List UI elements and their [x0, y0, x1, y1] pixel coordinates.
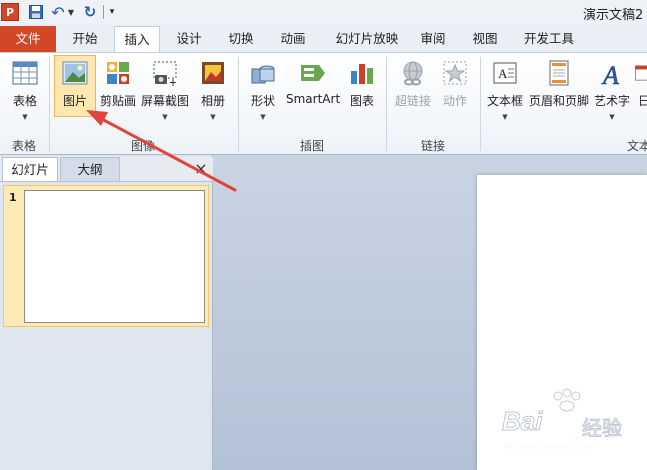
- title-bar: P ↶ ▼ ↻ ▾ 演示文稿2 -: [0, 0, 647, 25]
- clipart-button-label: 剪贴画: [99, 94, 136, 108]
- textbox-button[interactable]: A 文本框 ▼: [484, 59, 526, 121]
- group-label-images: 图像: [130, 139, 155, 153]
- textbox-icon: A: [493, 62, 517, 84]
- hyperlink-globe-icon: [403, 61, 423, 86]
- table-icon: [12, 61, 38, 85]
- chevron-down-icon: ▼: [260, 113, 266, 121]
- screenshot-button-label: 屏幕截图: [140, 94, 189, 108]
- table-button-label: 表格: [12, 94, 37, 108]
- redo-icon[interactable]: ↻: [82, 3, 98, 21]
- smartart-button-label: SmartArt: [286, 92, 341, 106]
- shapes-button[interactable]: 形状 ▼: [242, 59, 284, 121]
- shapes-icon: [251, 65, 275, 84]
- toolbar-divider: [103, 5, 104, 19]
- picture-icon: [62, 61, 88, 85]
- tab-review[interactable]: 审阅: [412, 26, 454, 52]
- textbox-button-label: 文本框: [486, 94, 523, 108]
- smartart-button[interactable]: SmartArt: [286, 59, 340, 106]
- slide-number: 1: [9, 191, 17, 204]
- close-icon[interactable]: ×: [194, 159, 208, 179]
- date-time-button-label: 日: [637, 94, 647, 108]
- header-footer-button-label: 页眉和页脚: [528, 94, 589, 108]
- baidu-watermark: Bai 经验 jingyan.baidu.com: [500, 388, 640, 458]
- ribbon-insert: 表格 ▼ 表格 图片 剪贴画 屏幕截图 ▼ 相册 ▼ 图像 形状 ▼ Smart…: [0, 52, 647, 155]
- undo-icon[interactable]: ↶: [50, 3, 66, 22]
- ribbon-tab-bar: 文件 开始 插入 设计 切换 动画 幻灯片放映 审阅 视图 开发工具: [0, 24, 647, 53]
- calendar-icon: [635, 65, 647, 81]
- save-icon[interactable]: [28, 3, 44, 21]
- tab-animations[interactable]: 动画: [270, 26, 316, 52]
- clipart-button[interactable]: 剪贴画: [97, 59, 139, 109]
- tab-outline[interactable]: 大纲: [60, 157, 120, 181]
- tab-slides[interactable]: 幻灯片: [2, 157, 58, 181]
- screenshot-icon: [153, 61, 177, 86]
- chart-icon: [351, 64, 373, 84]
- clipart-icon: [107, 62, 129, 84]
- chevron-down-icon: ▼: [162, 113, 168, 121]
- panel-tab-bar: 幻灯片 大纲 ×: [0, 157, 213, 182]
- chevron-down-icon: ▼: [210, 113, 216, 121]
- action-star-icon: [443, 61, 467, 85]
- svg-text:A: A: [601, 61, 619, 87]
- tab-view[interactable]: 视图: [464, 26, 506, 52]
- header-footer-button[interactable]: 页眉和页脚: [528, 59, 590, 109]
- powerpoint-logo-icon[interactable]: P: [1, 3, 19, 21]
- group-divider: [480, 57, 481, 151]
- group-label-illustrations: 插图: [299, 139, 324, 153]
- tab-home[interactable]: 开始: [60, 26, 110, 52]
- customize-toolbar-icon[interactable]: ▾: [107, 3, 117, 21]
- table-button[interactable]: 表格 ▼: [4, 59, 46, 121]
- photo-album-icon: [202, 62, 224, 84]
- action-button[interactable]: 动作: [436, 59, 474, 109]
- smartart-icon: [301, 65, 325, 81]
- document-title: 演示文稿2 -: [583, 8, 647, 23]
- wordart-icon: A: [601, 61, 620, 87]
- hyperlink-button-label: 超链接: [394, 94, 431, 108]
- picture-button-label: 图片: [62, 94, 87, 108]
- watermark-brand: Bai: [501, 406, 543, 437]
- wordart-button[interactable]: A 艺术字 ▼: [592, 59, 632, 121]
- chart-button-label: 图表: [349, 94, 374, 108]
- wordart-button-label: 艺术字: [593, 94, 630, 108]
- tab-file[interactable]: 文件: [0, 26, 56, 52]
- picture-button[interactable]: 图片: [54, 55, 96, 117]
- shapes-button-label: 形状: [250, 94, 275, 108]
- slide-thumbnail[interactable]: [24, 190, 205, 323]
- slides-panel: 幻灯片 大纲 × 1: [0, 155, 213, 470]
- watermark-url: jingyan.baidu.com: [504, 441, 597, 452]
- group-label-text: 文本: [626, 139, 647, 153]
- action-button-label: 动作: [442, 94, 467, 108]
- chart-button[interactable]: 图表: [342, 59, 382, 109]
- tab-design[interactable]: 设计: [166, 26, 212, 52]
- header-footer-icon: [549, 60, 569, 86]
- group-label-links: 链接: [420, 139, 445, 153]
- undo-dropdown-icon[interactable]: ▼: [66, 3, 76, 21]
- tab-developer[interactable]: 开发工具: [514, 26, 584, 52]
- watermark-brand-cn: 经验: [582, 416, 623, 441]
- hyperlink-button[interactable]: 超链接: [390, 59, 436, 109]
- tab-transitions[interactable]: 切换: [218, 26, 264, 52]
- tab-insert[interactable]: 插入: [114, 26, 160, 53]
- group-label-table: 表格: [11, 139, 36, 153]
- photo-album-button-label: 相册: [200, 94, 225, 108]
- photo-album-button[interactable]: 相册 ▼: [193, 59, 233, 121]
- chevron-down-icon: ▼: [502, 113, 508, 121]
- screenshot-button[interactable]: 屏幕截图 ▼: [140, 59, 190, 121]
- slide-thumbnail-item[interactable]: 1: [3, 185, 209, 327]
- date-time-button[interactable]: 日: [634, 59, 647, 109]
- tab-slideshow[interactable]: 幻灯片放映: [322, 26, 412, 52]
- svg-text:A: A: [498, 66, 508, 81]
- chevron-down-icon: ▼: [609, 113, 615, 121]
- chevron-down-icon: ▼: [22, 113, 28, 121]
